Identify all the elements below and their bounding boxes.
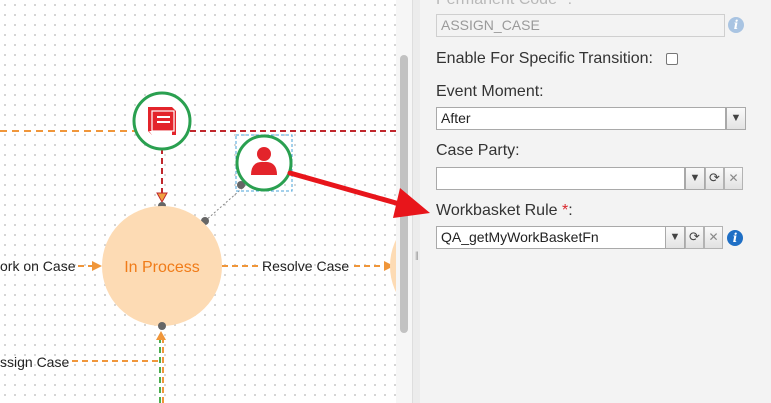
annotation-arrow-overlay — [287, 170, 430, 218]
annotation-arrow — [287, 170, 430, 218]
